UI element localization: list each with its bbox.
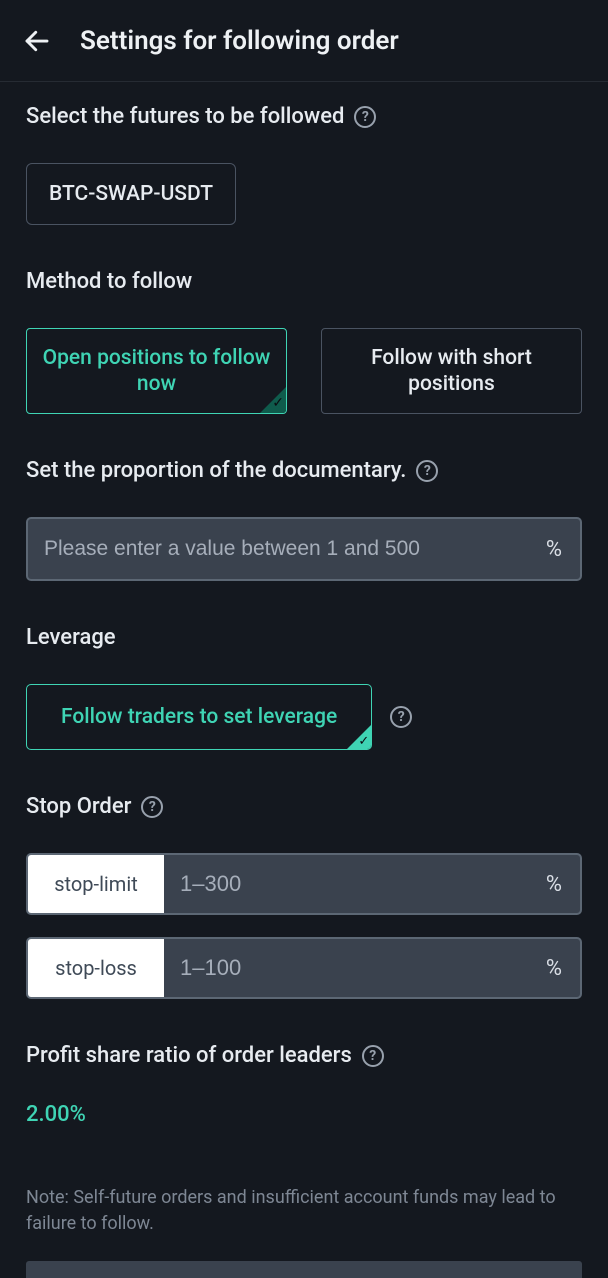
leverage-button-text: Follow traders to set leverage — [61, 705, 337, 729]
help-icon[interactable] — [390, 706, 412, 728]
leverage-section-label: Leverage — [26, 625, 582, 650]
check-icon: ✓ — [358, 734, 369, 749]
proportion-suffix: % — [546, 537, 562, 562]
futures-chip-text: BTC-SWAP-USDT — [49, 182, 213, 206]
futures-label-text: Select the futures to be followed — [26, 104, 344, 129]
proportion-section-label: Set the proportion of the documentary. — [26, 458, 582, 483]
stop-limit-suffix: % — [546, 855, 580, 913]
leverage-label-text: Leverage — [26, 625, 116, 650]
stop-loss-suffix: % — [546, 939, 580, 997]
stop-loss-row: stop-loss % — [26, 937, 582, 999]
method-label-text: Method to follow — [26, 269, 192, 294]
check-icon: ✓ — [272, 395, 284, 413]
help-icon[interactable] — [416, 460, 438, 482]
method-option-short[interactable]: Follow with short positions — [321, 328, 582, 414]
profit-value: 2.00% — [26, 1102, 582, 1127]
leverage-button[interactable]: Follow traders to set leverage ✓ — [26, 684, 372, 750]
profit-section-label: Profit share ratio of order leaders — [26, 1043, 582, 1068]
proportion-input[interactable] — [44, 537, 536, 561]
stop-loss-input[interactable] — [164, 939, 546, 997]
proportion-input-wrap[interactable]: % — [26, 517, 582, 581]
stop-section-label: Stop Order — [26, 794, 582, 819]
futures-chip[interactable]: BTC-SWAP-USDT — [26, 163, 236, 225]
futures-section-label: Select the futures to be followed — [26, 104, 582, 129]
proportion-label-text: Set the proportion of the documentary. — [26, 458, 406, 483]
stop-label-text: Stop Order — [26, 794, 131, 819]
stop-limit-input[interactable] — [164, 855, 546, 913]
stop-loss-label: stop-loss — [28, 939, 164, 997]
bottom-panel — [26, 1261, 582, 1278]
arrow-left-icon — [22, 26, 52, 56]
method-option-open[interactable]: Open positions to follow now ✓ — [26, 328, 287, 414]
stop-limit-label: stop-limit — [28, 855, 164, 913]
back-button[interactable] — [18, 22, 56, 60]
help-icon[interactable] — [141, 796, 163, 818]
stop-limit-row: stop-limit % — [26, 853, 582, 915]
method-option-open-text: Open positions to follow now — [37, 345, 276, 398]
page-title: Settings for following order — [80, 26, 399, 56]
footer-note: Note: Self-future orders and insufficien… — [26, 1185, 582, 1237]
method-section-label: Method to follow — [26, 269, 582, 294]
help-icon[interactable] — [354, 106, 376, 128]
method-option-short-text: Follow with short positions — [332, 345, 571, 398]
help-icon[interactable] — [362, 1045, 384, 1067]
profit-label-text: Profit share ratio of order leaders — [26, 1043, 352, 1068]
